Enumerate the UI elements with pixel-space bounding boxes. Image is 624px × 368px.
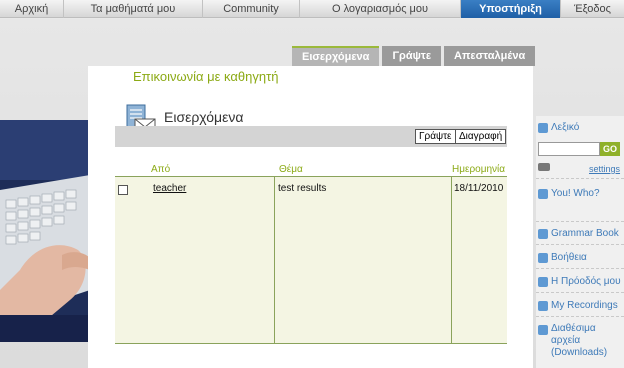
book-icon	[538, 228, 548, 239]
sidebar-item-recordings[interactable]: My Recordings	[538, 300, 618, 311]
tab-sent[interactable]: Απεσταλμένα	[444, 46, 536, 66]
sidebar-item-label[interactable]: Διαθέσιμα αρχεία (Downloads)	[551, 323, 622, 359]
sidebar-youwho[interactable]: You! Who?	[538, 188, 600, 199]
message-sender[interactable]: teacher	[153, 183, 186, 194]
sidebar-dictionary: Λεξικό	[538, 122, 579, 133]
nav-my-account[interactable]: Ο λογαριασμός μου	[300, 0, 461, 18]
stack-icon	[538, 163, 550, 171]
sidebar-item-help[interactable]: Βοήθεια	[538, 252, 587, 263]
nav-logout[interactable]: Έξοδος	[561, 0, 624, 18]
sidebar-item-label[interactable]: My Recordings	[551, 300, 618, 311]
message-list: teacher test results 18/11/2010	[115, 176, 507, 344]
message-date: 18/11/2010	[454, 183, 504, 194]
top-navigation: Αρχική Τα μαθήματά μου Community Ο λογαρ…	[0, 0, 624, 18]
mailbox-tabs: Εισερχόμενα Γράψτε Απεσταλμένα	[292, 46, 536, 66]
nav-home[interactable]: Αρχική	[0, 0, 64, 18]
delete-button[interactable]: Διαγραφή	[455, 129, 507, 144]
message-toolbar: Γράψτε Διαγραφή	[115, 126, 507, 147]
message-subject[interactable]: test results	[278, 183, 326, 194]
column-header-subject[interactable]: Θέμα	[279, 164, 303, 175]
folder-title: Εισερχόμενα	[164, 109, 244, 125]
sidebar-divider	[536, 221, 624, 222]
sidebar-item-progress[interactable]: Η Πρόοδός μου	[538, 276, 621, 287]
sidebar-divider	[536, 268, 624, 269]
tab-compose[interactable]: Γράψτε	[382, 46, 442, 66]
column-divider	[274, 177, 275, 343]
sidebar-divider	[536, 316, 624, 317]
sidebar-item-label[interactable]: Βοήθεια	[551, 252, 587, 263]
progress-icon	[538, 276, 548, 287]
download-icon	[538, 325, 548, 335]
main-panel: Επικοινωνία με καθηγητή Εισερχόμενα Γράψ…	[88, 66, 533, 368]
sidebar-item-downloads[interactable]: Διαθέσιμα αρχεία (Downloads)	[538, 323, 622, 359]
nav-support[interactable]: Υποστήριξη	[461, 0, 561, 18]
sidebar-item-label[interactable]: Grammar Book	[551, 228, 619, 239]
recordings-icon	[538, 300, 548, 311]
sidebar-divider	[536, 292, 624, 293]
column-header-date[interactable]: Ημερομηνία	[452, 164, 505, 175]
youwho-label[interactable]: You! Who?	[551, 188, 600, 199]
sidebar-divider	[536, 244, 624, 245]
sidebar-tools	[538, 163, 553, 171]
sidebar-divider	[536, 178, 624, 179]
sidebar-item-grammar[interactable]: Grammar Book	[538, 228, 619, 239]
page-title: Επικοινωνία με καθηγητή	[133, 69, 279, 84]
sidebar-item-label[interactable]: Η Πρόοδός μου	[551, 276, 621, 287]
go-button[interactable]: GO	[600, 142, 620, 156]
column-divider	[451, 177, 452, 343]
nav-my-courses[interactable]: Τα μαθήματά μου	[64, 0, 203, 18]
help-icon	[538, 252, 548, 263]
nav-community[interactable]: Community	[203, 0, 300, 18]
dictionary-icon	[538, 122, 548, 133]
column-header-from[interactable]: Από	[151, 164, 170, 175]
tab-inbox[interactable]: Εισερχόμενα	[292, 46, 380, 66]
row-checkbox[interactable]	[118, 185, 128, 195]
dictionary-search-input[interactable]	[538, 142, 600, 156]
dictionary-label: Λεξικό	[551, 122, 580, 133]
settings-link[interactable]: settings	[589, 164, 620, 174]
write-button[interactable]: Γράψτε	[415, 129, 456, 144]
chat-icon	[538, 188, 548, 199]
right-sidebar: Λεξικό GO settings You! Who? Grammar Boo…	[536, 116, 624, 368]
keyboard-photo	[0, 120, 90, 342]
